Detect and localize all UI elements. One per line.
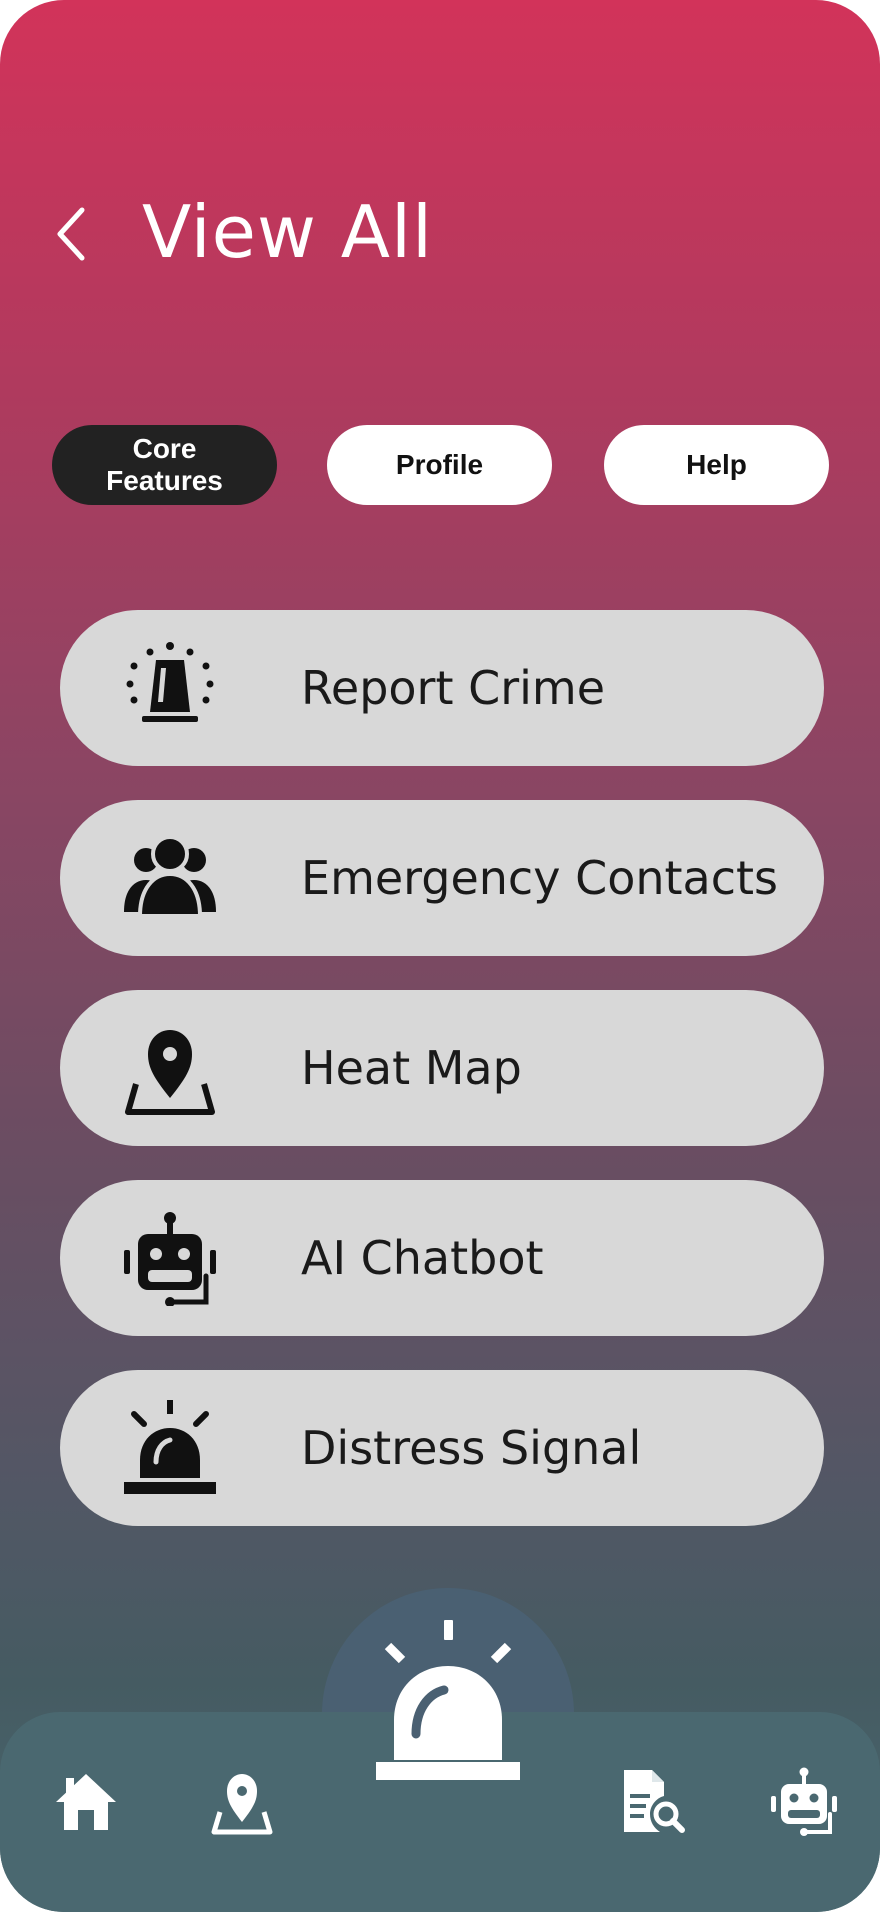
nav-chatbot-button[interactable] [768,1766,840,1838]
robot-icon [120,1210,220,1306]
tab-core-features[interactable]: Core Features [52,425,277,505]
feature-ai-chatbot[interactable]: AI Chatbot [60,1180,824,1336]
feature-report-crime[interactable]: Report Crime [60,610,824,766]
report-search-icon [624,1770,685,1833]
nav-map-button[interactable] [206,1766,278,1838]
feature-heat-map[interactable]: Heat Map [60,990,824,1146]
header: View All [0,180,880,290]
tab-profile[interactable]: Profile [327,425,552,505]
map-pin-icon [211,1774,273,1835]
distress-fab-button[interactable] [366,1610,530,1790]
feature-label: AI Chatbot [301,1231,544,1285]
feature-emergency-contacts[interactable]: Emergency Contacts [60,800,824,956]
page-title: View All [142,190,434,274]
alarm-icon [120,1400,220,1496]
app-screen: View All Core Features Profile Help Repo… [0,0,880,1912]
alarm-icon [376,1620,520,1780]
home-icon [56,1774,116,1830]
nav-reports-button[interactable] [614,1766,686,1838]
feature-distress-signal[interactable]: Distress Signal [60,1370,824,1526]
feature-label: Heat Map [301,1041,522,1095]
map-pin-icon [120,1020,220,1116]
siren-light-icon [120,640,220,736]
chevron-left-icon [57,207,85,261]
feature-label: Distress Signal [301,1421,642,1475]
tab-help[interactable]: Help [604,425,829,505]
nav-home-button[interactable] [50,1766,122,1838]
feature-label: Report Crime [301,661,606,715]
feature-label: Emergency Contacts [301,851,779,905]
contacts-group-icon [120,830,220,926]
back-button[interactable] [48,202,98,266]
robot-icon [771,1767,837,1836]
